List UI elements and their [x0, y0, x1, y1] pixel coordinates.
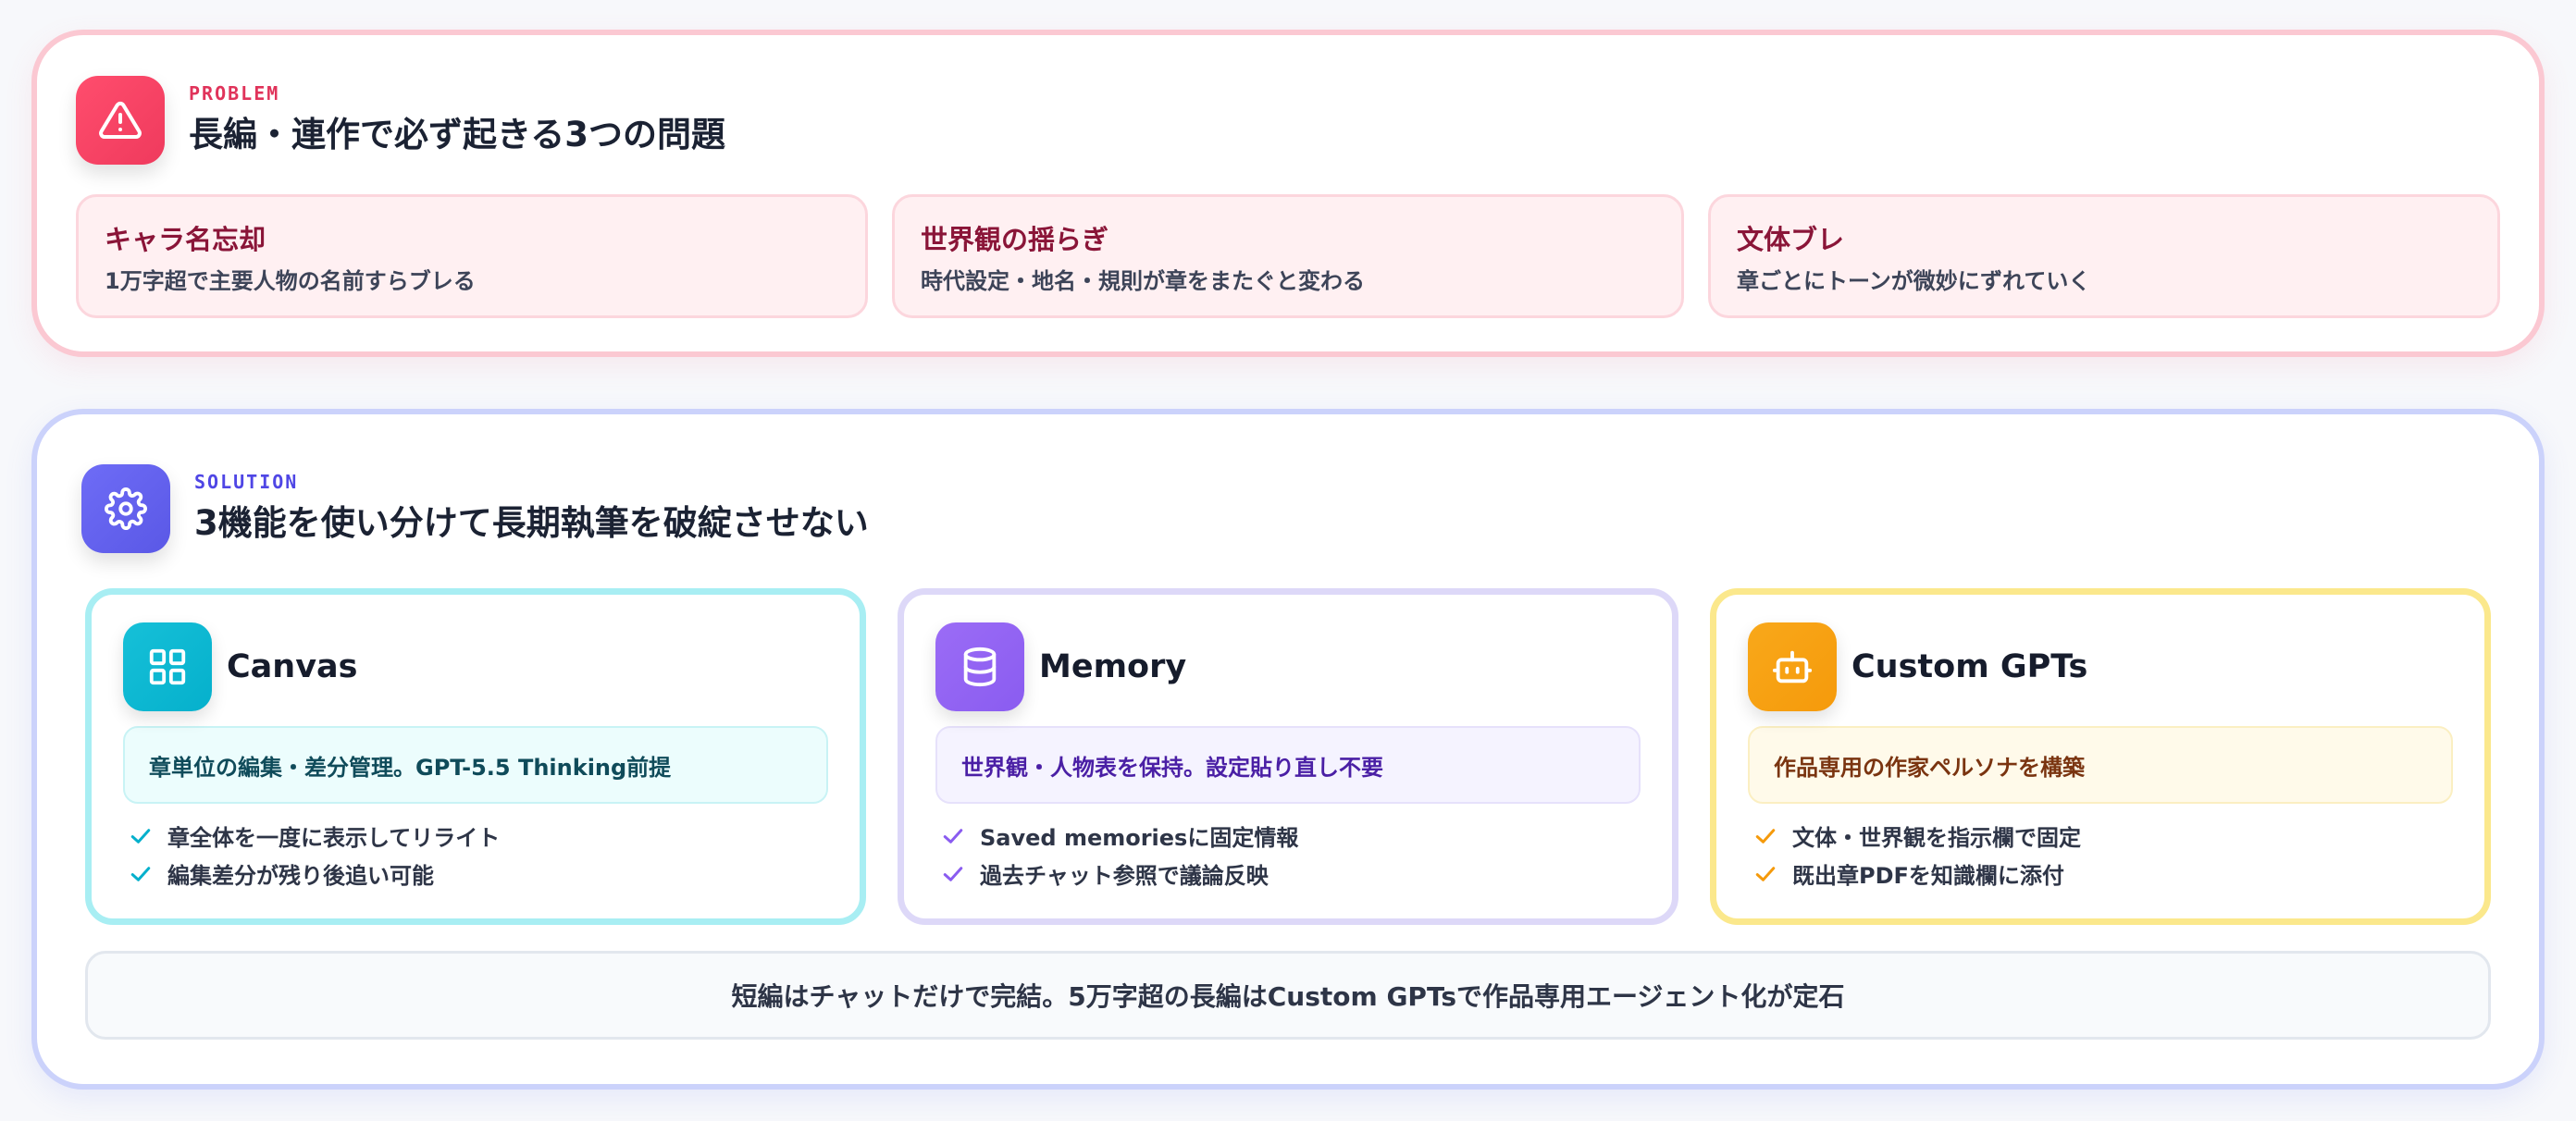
gear-icon [81, 464, 170, 553]
problem-cards: キャラ名忘却 1万字超で主要人物の名前すらブレる 世界観の揺らぎ 時代設定・地名… [76, 194, 2500, 318]
check-icon [943, 866, 963, 881]
feature-name: Canvas [227, 648, 358, 685]
feature-card-custom-gpts: Custom GPTs 作品専用の作家ペルソナを構築 文体・世界観を指示欄で固定… [1710, 588, 2491, 925]
solution-header: SOLUTION 3機能を使い分けて長期執筆を破綻させない [81, 464, 869, 553]
feature-points: 章全体を一度に表示してリライト 編集差分が残り後追い可能 [123, 817, 828, 893]
list-item: Saved memoriesに固定情報 [939, 817, 1641, 855]
list-item: 編集差分が残り後追い可能 [127, 855, 828, 893]
problem-card-title: 世界観の揺らぎ [921, 224, 1109, 255]
feature-name: Memory [1039, 648, 1187, 685]
problem-card-worldview: 世界観の揺らぎ 時代設定・地名・規則が章をまたぐと変わる [892, 194, 1684, 318]
problem-card-style: 文体ブレ 章ごとにトーンが微妙にずれていく [1708, 194, 2500, 318]
point-text: 過去チャット参照で議論反映 [980, 863, 1269, 889]
list-item: 文体・世界観を指示欄で固定 [1752, 817, 2453, 855]
solution-title: 3機能を使い分けて長期執筆を破綻させない [194, 503, 869, 543]
feature-name: Custom GPTs [1852, 648, 2088, 685]
check-icon [943, 828, 963, 844]
feature-card-memory: Memory 世界観・人物表を保持。設定貼り直し不要 Saved memorie… [898, 588, 1678, 925]
database-icon [935, 622, 1024, 711]
problem-header: PROBLEM 長編・連作で必ず起きる3つの問題 [76, 76, 725, 165]
feature-points: Saved memoriesに固定情報 過去チャット参照で議論反映 [935, 817, 1641, 893]
check-icon [1755, 866, 1776, 881]
check-icon [130, 828, 151, 844]
check-icon [1755, 828, 1776, 844]
problem-card-desc: 章ごとにトーンが微妙にずれていく [1737, 268, 2091, 294]
problem-card-title: 文体ブレ [1737, 224, 1845, 255]
problem-card-desc: 時代設定・地名・規則が章をまたぐと変わる [921, 268, 1365, 294]
check-icon [130, 866, 151, 881]
point-text: 文体・世界観を指示欄で固定 [1792, 825, 2081, 851]
feature-cards: Canvas 章単位の編集・差分管理。GPT-5.5 Thinking前提 章全… [85, 588, 2491, 925]
feature-summary: 世界観・人物表を保持。設定貼り直し不要 [935, 726, 1641, 804]
feature-points: 文体・世界観を指示欄で固定 既出章PDFを知識欄に添付 [1748, 817, 2453, 893]
grid-icon [123, 622, 212, 711]
point-text: Saved memoriesに固定情報 [980, 825, 1299, 851]
point-text: 章全体を一度に表示してリライト [167, 825, 501, 851]
solution-eyebrow: SOLUTION [194, 471, 299, 493]
bot-icon [1748, 622, 1837, 711]
problem-panel: PROBLEM 長編・連作で必ず起きる3つの問題 キャラ名忘却 1万字超で主要人… [31, 30, 2545, 357]
list-item: 過去チャット参照で議論反映 [939, 855, 1641, 893]
point-text: 編集差分が残り後追い可能 [167, 863, 434, 889]
problem-card-character-names: キャラ名忘却 1万字超で主要人物の名前すらブレる [76, 194, 868, 318]
solution-panel: SOLUTION 3機能を使い分けて長期執筆を破綻させない Canvas 章単位… [31, 409, 2545, 1090]
feature-summary: 章単位の編集・差分管理。GPT-5.5 Thinking前提 [123, 726, 828, 804]
point-text: 既出章PDFを知識欄に添付 [1792, 863, 2064, 889]
list-item: 章全体を一度に表示してリライト [127, 817, 828, 855]
problem-eyebrow: PROBLEM [189, 82, 280, 105]
warning-icon [76, 76, 165, 165]
problem-card-desc: 1万字超で主要人物の名前すらブレる [105, 268, 476, 294]
problem-title: 長編・連作で必ず起きる3つの問題 [189, 115, 726, 154]
list-item: 既出章PDFを知識欄に添付 [1752, 855, 2453, 893]
problem-card-title: キャラ名忘却 [105, 224, 266, 255]
feature-card-canvas: Canvas 章単位の編集・差分管理。GPT-5.5 Thinking前提 章全… [85, 588, 866, 925]
summary-note: 短編はチャットだけで完結。5万字超の長編はCustom GPTsで作品専用エージ… [85, 951, 2491, 1040]
feature-summary: 作品専用の作家ペルソナを構築 [1748, 726, 2453, 804]
